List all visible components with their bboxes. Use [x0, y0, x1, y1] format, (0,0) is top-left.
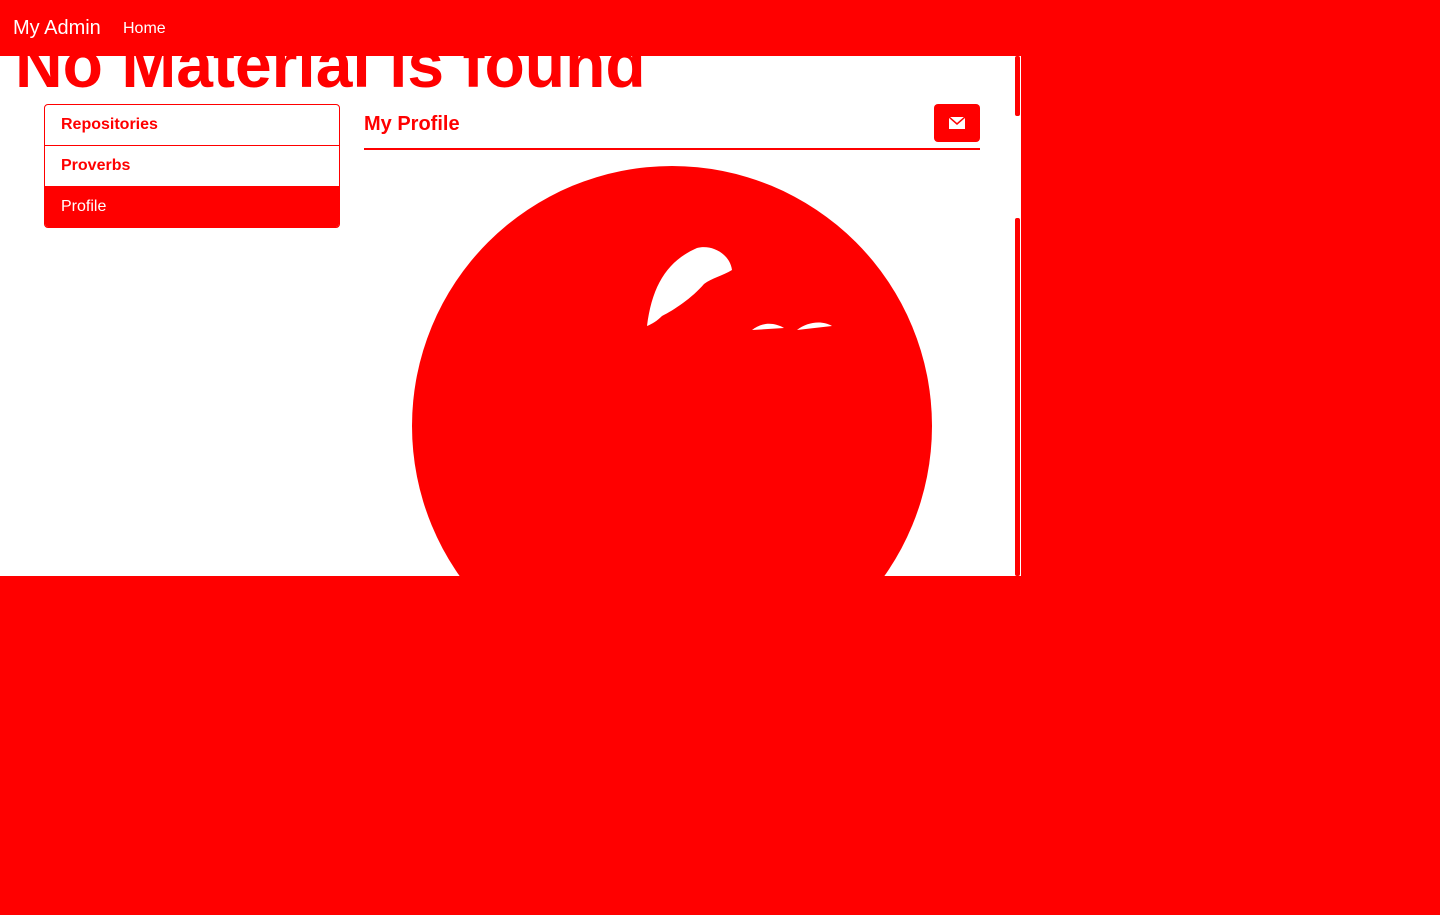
- top-navbar: My Admin Home: [0, 0, 1440, 56]
- sidebar-item-repositories[interactable]: Repositories: [45, 105, 339, 146]
- main-content: No Material is found Repositories Prover…: [0, 0, 1024, 576]
- profile-avatar: [412, 166, 932, 576]
- nav-link-home[interactable]: Home: [123, 19, 166, 39]
- scrollbar-rail: [1021, 56, 1024, 576]
- scrollbar-thumb-top[interactable]: [1015, 56, 1020, 116]
- mail-button[interactable]: [934, 104, 980, 142]
- sidebar-menu: Repositories Proverbs Profile: [44, 104, 340, 228]
- sidebar-item-profile[interactable]: Profile: [45, 187, 339, 227]
- envelope-icon: [949, 117, 965, 129]
- avatar-image: [647, 247, 832, 330]
- sidebar-item-proverbs[interactable]: Proverbs: [45, 146, 339, 187]
- scrollbar-thumb[interactable]: [1015, 218, 1020, 576]
- panel-divider: [364, 148, 980, 150]
- panel-title: My Profile: [364, 113, 460, 135]
- brand-logo[interactable]: My Admin: [13, 16, 101, 40]
